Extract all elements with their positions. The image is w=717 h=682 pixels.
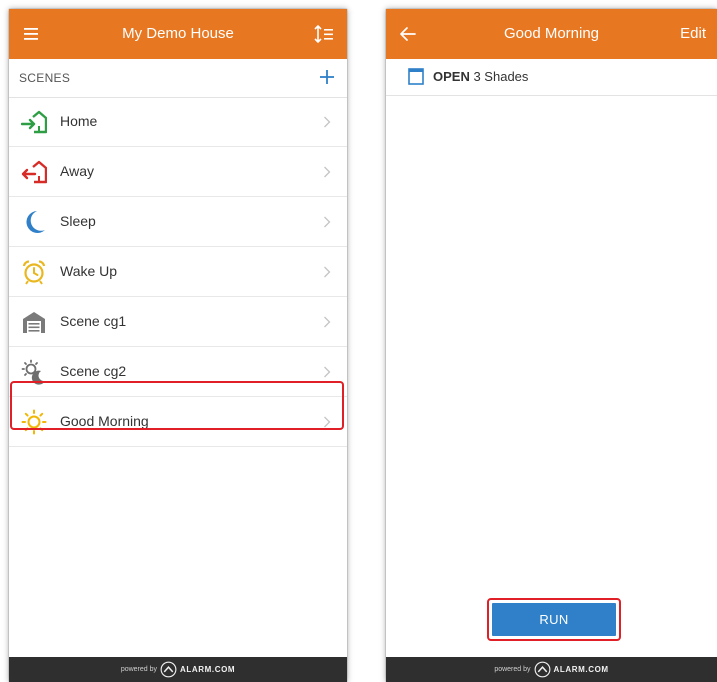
chevron-right-icon [324,116,331,128]
alarm-clock-icon [22,260,46,285]
chevron-right-icon [324,266,331,278]
scene-label: Sleep [60,213,96,229]
scene-label: Home [60,113,98,129]
powered-by-text: powered by [120,666,158,673]
moon-icon [26,211,45,233]
action-verb: OPEN [433,69,470,84]
scene-label: Scene cg1 [60,313,127,329]
alarm-com-logo-icon [160,661,177,678]
page-title: My Demo House [122,25,234,42]
home-leave-icon [21,160,47,184]
section-label: SCENES [19,71,71,85]
run-highlight-box: RUN [487,598,621,641]
scene-item-sleep[interactable]: Sleep [9,197,347,247]
footer: powered by ALARM.COM [386,657,717,682]
brand-name: ALARM.COM [180,665,236,674]
brand-name: ALARM.COM [553,665,609,674]
run-button[interactable]: RUN [492,603,616,636]
scenes-screen: My Demo House SCENES Home Away Sleep Wak… [9,9,347,682]
highlight-box [10,381,344,430]
scene-item-home[interactable]: Home [9,97,347,147]
sort-icon[interactable] [313,24,335,44]
action-text: OPEN 3 Shades [433,59,528,95]
scene-label: Away [60,163,94,179]
chevron-right-icon [324,166,331,178]
chevron-right-icon [324,316,331,328]
shade-icon [408,68,424,85]
scene-detail-screen: Good Morning Edit OPEN 3 Shades RUN powe… [386,9,717,682]
alarm-com-logo-icon [534,661,550,678]
header-bar: Good Morning Edit [386,9,717,59]
edit-button[interactable]: Edit [680,9,706,59]
action-target: 3 Shades [473,69,529,84]
plus-icon[interactable] [319,69,335,85]
scene-item-scene-cg1[interactable]: Scene cg1 [9,297,347,347]
scene-item-away[interactable]: Away [9,147,347,197]
scene-label: Wake Up [60,263,118,279]
page-title: Good Morning [503,25,600,42]
scene-action-item[interactable]: OPEN 3 Shades [386,59,717,96]
home-arrive-icon [21,110,47,134]
chevron-right-icon [324,366,331,378]
powered-by-text: powered by [494,666,531,673]
header-bar: My Demo House [9,9,347,59]
scenes-section-header: SCENES [9,59,347,98]
scene-item-wake-up[interactable]: Wake Up [9,247,347,297]
footer: powered by ALARM.COM [9,657,347,682]
garage-icon [23,312,45,333]
chevron-right-icon [324,216,331,228]
